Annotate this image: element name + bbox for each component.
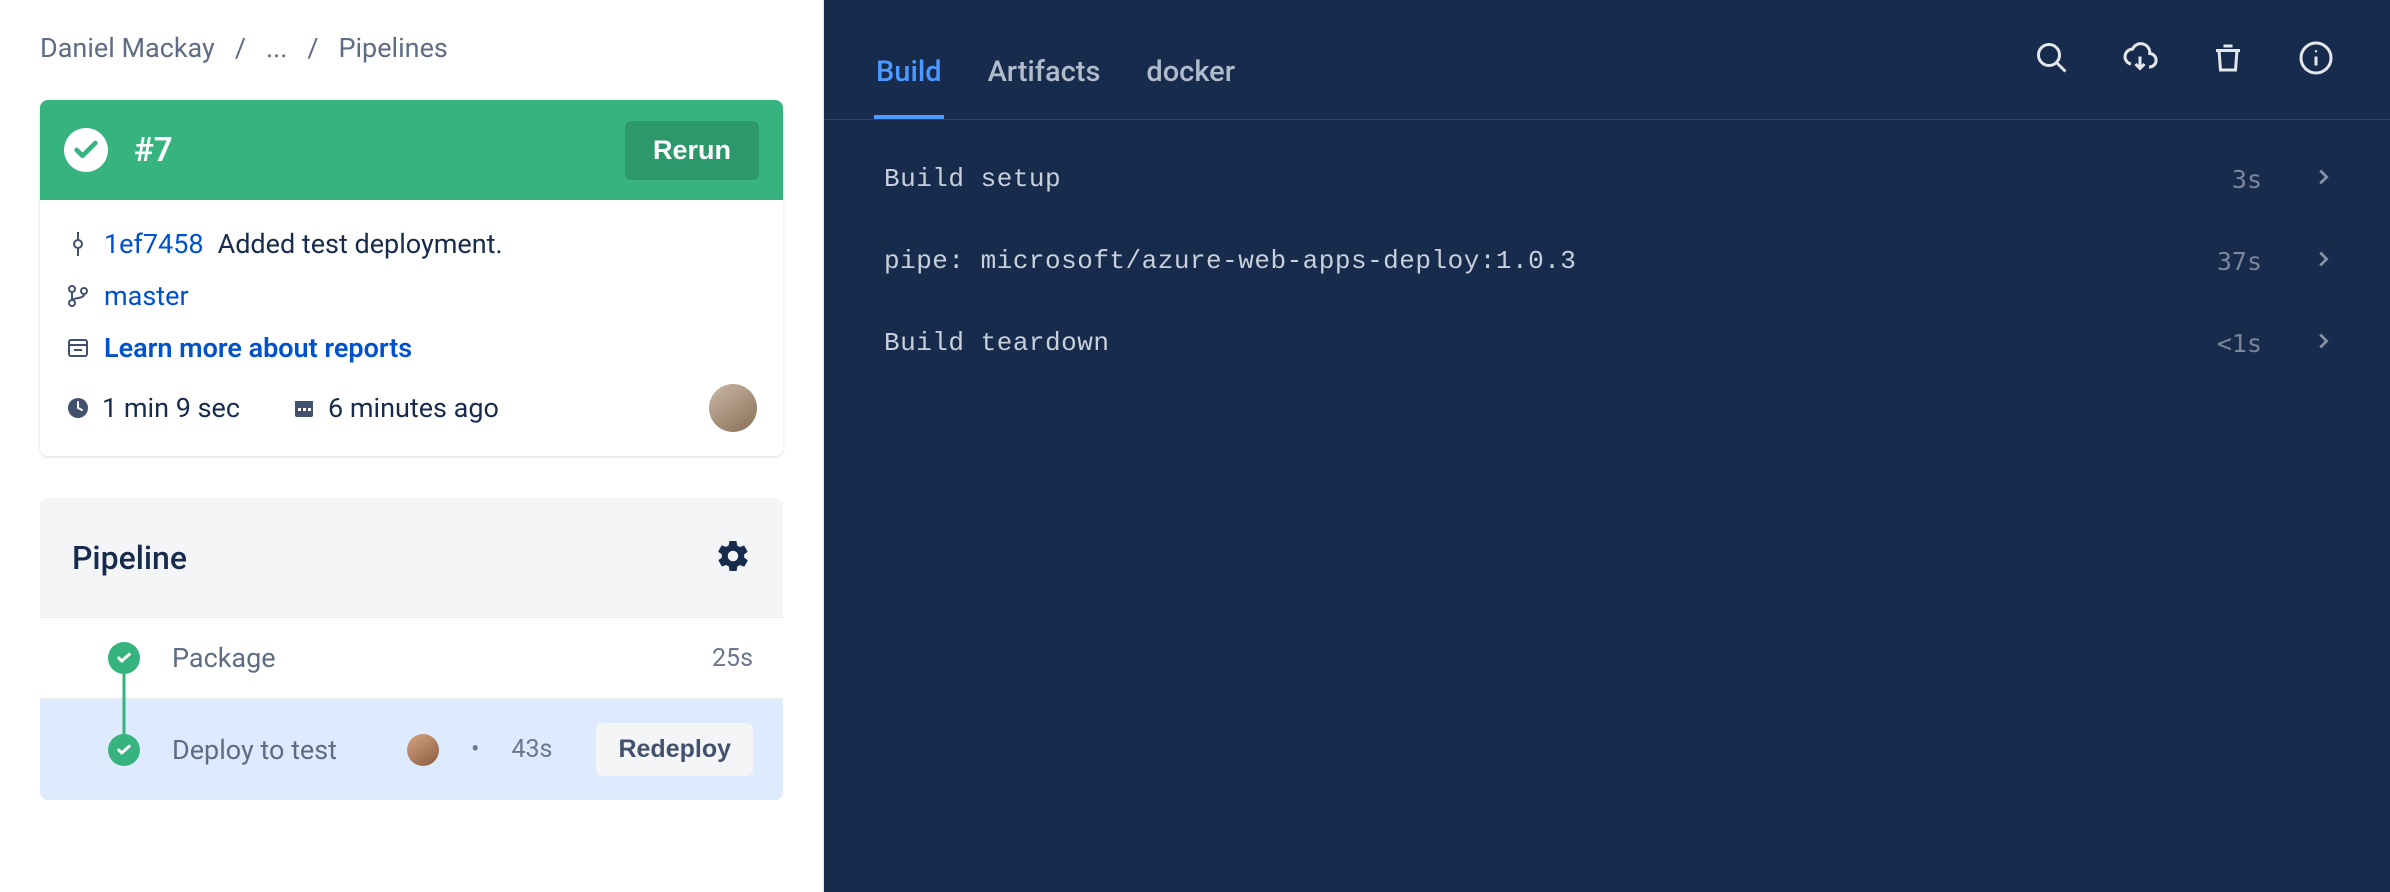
run-status-header: #7 Rerun — [40, 100, 783, 200]
download-cloud-icon — [2122, 64, 2158, 79]
run-number: #7 — [134, 131, 599, 170]
log-delete-button[interactable] — [2204, 34, 2252, 85]
log-step-name: pipe: microsoft/azure-web-apps-deploy:1.… — [884, 246, 2197, 276]
log-search-button[interactable] — [2028, 34, 2076, 85]
chevron-right-icon — [2312, 166, 2334, 192]
step-duration: 25s — [712, 644, 753, 673]
branch-link[interactable]: master — [104, 280, 189, 312]
gear-icon — [715, 562, 751, 577]
breadcrumb-sep: / — [235, 32, 246, 64]
commit-message: Added test deployment. — [218, 228, 503, 260]
log-step-name: Build setup — [884, 164, 2212, 194]
run-status-card: #7 Rerun 1ef7458 Added test deployment. … — [40, 100, 783, 456]
step-user-avatar[interactable] — [407, 734, 439, 766]
pipeline-settings-button[interactable] — [715, 538, 751, 577]
breadcrumb-sep: / — [307, 32, 318, 64]
duration: 1 min 9 sec — [66, 392, 240, 424]
timestamp: 6 minutes ago — [292, 392, 499, 424]
breadcrumb: Daniel Mackay / ... / Pipelines — [40, 32, 783, 64]
log-tab-build[interactable]: Build — [874, 55, 944, 119]
commit-icon — [66, 232, 90, 256]
log-info-button[interactable] — [2292, 34, 2340, 85]
branch-icon — [66, 284, 90, 308]
user-avatar[interactable] — [709, 384, 757, 432]
pipeline-summary-panel: Daniel Mackay / ... / Pipelines #7 Rerun — [0, 0, 824, 892]
rerun-button[interactable]: Rerun — [625, 121, 759, 180]
log-tab-docker[interactable]: docker — [1144, 55, 1237, 119]
step-label[interactable]: Package — [112, 642, 686, 674]
pipeline-step[interactable]: Deploy to test • 43s Redeploy — [40, 698, 783, 800]
chevron-right-icon — [2312, 330, 2334, 356]
pipeline-steps-card: Pipeline Package 25s Deploy to test • 43s Red… — [40, 498, 783, 800]
chevron-right-icon — [2312, 248, 2334, 274]
breadcrumb-ellipsis[interactable]: ... — [266, 32, 287, 64]
log-download-button[interactable] — [2116, 34, 2164, 85]
step-duration: 43s — [511, 735, 552, 764]
success-check-icon — [64, 128, 108, 172]
commit-row: 1ef7458 Added test deployment. — [66, 228, 757, 260]
breadcrumb-owner[interactable]: Daniel Mackay — [40, 32, 215, 64]
pipeline-title: Pipeline — [72, 539, 715, 577]
search-icon — [2034, 64, 2070, 79]
log-step-name: Build teardown — [884, 328, 2197, 358]
step-success-icon — [108, 642, 140, 674]
duration-value: 1 min 9 sec — [102, 392, 240, 424]
step-label[interactable]: Deploy to test — [112, 734, 381, 766]
learn-more-reports-link[interactable]: Learn more about reports — [104, 332, 412, 364]
log-step-row[interactable]: Build setup 3s — [824, 138, 2390, 220]
calendar-icon — [292, 396, 316, 420]
clock-icon — [66, 396, 90, 420]
log-step-time: 3s — [2232, 165, 2262, 194]
log-tab-artifacts[interactable]: Artifacts — [986, 55, 1103, 119]
log-step-row[interactable]: pipe: microsoft/azure-web-apps-deploy:1.… — [824, 220, 2390, 302]
commit-hash-link[interactable]: 1ef7458 — [104, 228, 204, 260]
timestamp-value: 6 minutes ago — [328, 392, 499, 424]
step-success-icon — [108, 734, 140, 766]
log-step-row[interactable]: Build teardown <1s — [824, 302, 2390, 384]
branch-row: master — [66, 280, 757, 312]
redeploy-button[interactable]: Redeploy — [596, 723, 753, 776]
log-step-time: <1s — [2217, 329, 2262, 358]
breadcrumb-current[interactable]: Pipelines — [338, 32, 447, 64]
report-icon — [66, 336, 90, 360]
log-topbar: Build Artifacts docker — [824, 0, 2390, 120]
trash-icon — [2210, 64, 2246, 79]
pipeline-step[interactable]: Package 25s — [40, 617, 783, 698]
log-step-time: 37s — [2217, 247, 2262, 276]
separator-dot: • — [471, 735, 479, 764]
info-icon — [2298, 64, 2334, 79]
log-panel: Build Artifacts docker — [824, 0, 2390, 892]
reports-row: Learn more about reports — [66, 332, 757, 364]
